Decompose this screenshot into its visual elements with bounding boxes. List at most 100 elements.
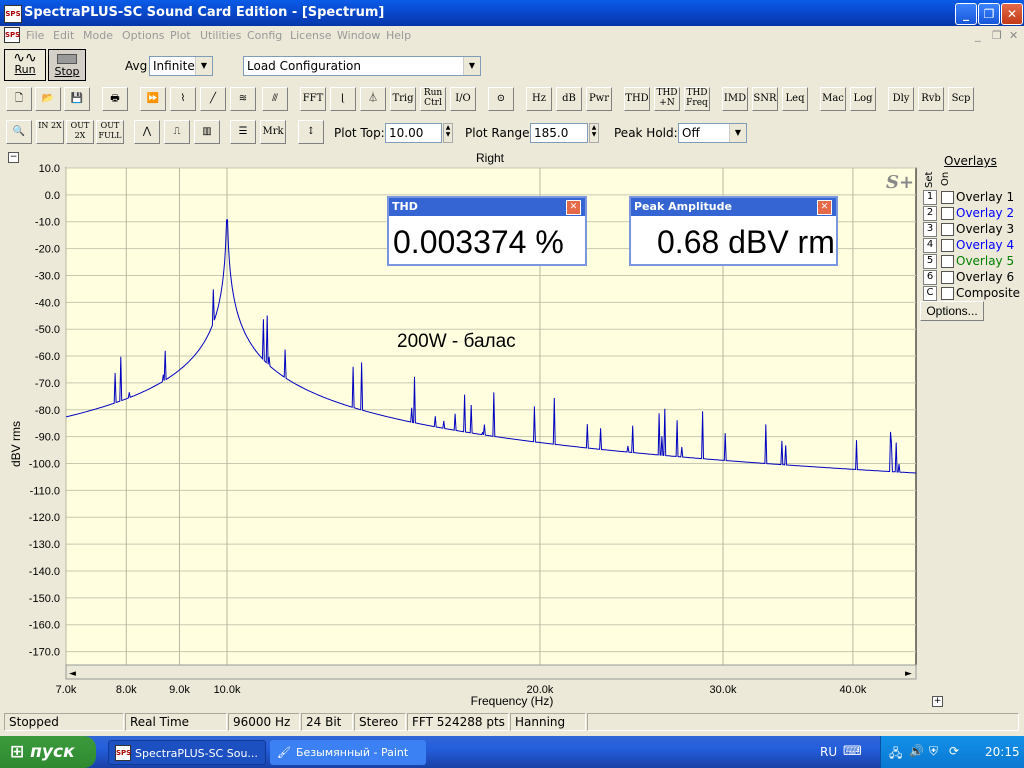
overlay-2-checkbox[interactable] xyxy=(941,207,954,220)
generator-icon[interactable]: ⊙ xyxy=(488,87,514,111)
overlay-6-checkbox[interactable] xyxy=(941,271,954,284)
zoom-full-button[interactable]: OUT FULL xyxy=(96,120,124,144)
close-icon[interactable]: ✕ xyxy=(566,200,581,215)
new-icon[interactable]: 🗋 xyxy=(6,87,32,111)
log-button[interactable]: Log xyxy=(850,87,876,111)
mrk-button[interactable]: Mrk xyxy=(260,120,286,144)
overlay-6-set-button[interactable]: 6 xyxy=(923,270,937,285)
zoom-icon[interactable]: 🔍 xyxy=(6,120,32,144)
scp-button[interactable]: Scp xyxy=(948,87,974,111)
config-select[interactable]: Load Configuration ▼ xyxy=(243,56,481,76)
composite-set-button[interactable]: C xyxy=(923,286,937,301)
task-paint[interactable]: 🖌 Безымянный - Paint xyxy=(270,740,426,765)
start-button[interactable]: ⊞ пуск xyxy=(0,736,96,768)
overlay-2-set-button[interactable]: 2 xyxy=(923,206,937,221)
menu-license[interactable]: License xyxy=(290,29,331,42)
print-icon[interactable]: 🖶 xyxy=(102,87,128,111)
network-icon[interactable]: 🖧 xyxy=(889,744,902,765)
plot-range-spinner[interactable]: ▲ ▼ xyxy=(589,123,599,143)
task-spectraplus[interactable]: SPS SpectraPLUS-SC Sou... xyxy=(108,740,266,765)
waterfall-icon[interactable]: ⫻ xyxy=(262,87,288,111)
save-icon[interactable]: 💾 xyxy=(64,87,90,111)
thd-meter-window[interactable]: THD ✕ 0.003374 % xyxy=(387,196,587,266)
mdi-restore-button[interactable]: ❐ xyxy=(992,29,1002,42)
filter-icon[interactable]: ⏃ xyxy=(360,87,386,111)
bar-plot-icon[interactable]: ▥ xyxy=(194,120,220,144)
overlay-3-checkbox[interactable] xyxy=(941,223,954,236)
menu-options[interactable]: Options xyxy=(122,29,164,42)
rvb-button[interactable]: Rvb xyxy=(918,87,944,111)
menu-file[interactable]: File xyxy=(26,29,44,42)
mac-button[interactable]: Mac xyxy=(820,87,846,111)
peak-meter-titlebar[interactable]: Peak Amplitude ✕ xyxy=(631,198,836,216)
hz-button[interactable]: Hz xyxy=(526,87,552,111)
mdi-icon[interactable]: SPS xyxy=(4,27,20,43)
open-icon[interactable]: 📂 xyxy=(35,87,61,111)
imd-button[interactable]: IMD xyxy=(722,87,748,111)
fast-forward-icon[interactable]: ⏩ xyxy=(140,87,166,111)
line-plot-icon[interactable]: ⋀ xyxy=(134,120,160,144)
thd-n-button[interactable]: THD +N xyxy=(654,87,680,111)
db-button[interactable]: dB xyxy=(556,87,582,111)
close-button[interactable]: ✕ xyxy=(1001,3,1023,25)
keyboard-icon[interactable]: ⌨ xyxy=(843,744,862,759)
trig-button[interactable]: Trig xyxy=(390,87,416,111)
stop-button[interactable]: Stop xyxy=(48,49,86,81)
plot-top-input[interactable]: 10.00 xyxy=(385,123,442,143)
vertical-scale-icon[interactable]: ↕ xyxy=(298,120,324,144)
scroll-right-icon[interactable]: ► xyxy=(905,669,912,679)
ramp-icon[interactable]: ╱ xyxy=(200,87,226,111)
overlay-5-checkbox[interactable] xyxy=(941,255,954,268)
close-icon[interactable]: ✕ xyxy=(817,200,832,215)
spectrogram-icon[interactable]: ≋ xyxy=(230,87,256,111)
scroll-left-icon[interactable]: ◄ xyxy=(69,669,76,679)
snr-button[interactable]: SNR xyxy=(752,87,778,111)
menu-plot[interactable]: Plot xyxy=(170,29,191,42)
peak-hold-select[interactable]: Off ▼ xyxy=(678,123,747,143)
overlay-4-set-button[interactable]: 4 xyxy=(923,238,937,253)
avg-select[interactable]: Infinite ▼ xyxy=(149,56,213,76)
menu-utilities[interactable]: Utilities xyxy=(200,29,241,42)
overlay-3-set-button[interactable]: 3 xyxy=(923,222,937,237)
peak-meter-window[interactable]: Peak Amplitude ✕ 0.68 dBV rms xyxy=(629,196,838,266)
minimize-button[interactable]: _ xyxy=(955,3,977,25)
chevron-down-icon[interactable]: ▼ xyxy=(195,57,212,75)
overlay-5-set-button[interactable]: 5 xyxy=(923,254,937,269)
update-icon[interactable]: ⟳ xyxy=(949,744,959,758)
axis-icon[interactable]: ⌊ xyxy=(330,87,356,111)
overlay-4-checkbox[interactable] xyxy=(941,239,954,252)
menu-config[interactable]: Config xyxy=(247,29,282,42)
plot-top-spinner[interactable]: ▲ ▼ xyxy=(443,123,453,143)
chevron-down-icon[interactable]: ▼ xyxy=(463,57,480,75)
menu-mode[interactable]: Mode xyxy=(83,29,113,42)
leq-button[interactable]: Leq xyxy=(782,87,808,111)
overlay-1-set-button[interactable]: 1 xyxy=(923,190,937,205)
language-indicator[interactable]: RU xyxy=(820,745,837,759)
maximize-button[interactable]: ❐ xyxy=(978,3,1000,25)
overlay-1-checkbox[interactable] xyxy=(941,191,954,204)
step-plot-icon[interactable]: ⎍ xyxy=(164,120,190,144)
app-icon[interactable]: SPS xyxy=(4,5,22,23)
menu-help[interactable]: Help xyxy=(386,29,411,42)
zoom-in-button[interactable]: IN 2X xyxy=(36,120,64,144)
plot-range-input[interactable]: 185.0 xyxy=(530,123,588,143)
mdi-minimize-button[interactable]: _ xyxy=(975,29,981,42)
menu-edit[interactable]: Edit xyxy=(53,29,74,42)
composite-checkbox[interactable] xyxy=(941,287,954,300)
zoom-out-button[interactable]: OUT 2X xyxy=(66,120,94,144)
fft-button[interactable]: FFT xyxy=(300,87,326,111)
expand-icon[interactable]: + xyxy=(932,696,943,707)
mdi-close-button[interactable]: ✕ xyxy=(1009,29,1018,42)
run-button[interactable]: ∿∿ Run xyxy=(4,49,46,81)
security-icon[interactable]: ⛨ xyxy=(929,744,938,759)
pwr-button[interactable]: Pwr xyxy=(586,87,612,111)
volume-icon[interactable]: 🔊 xyxy=(909,744,924,758)
thd-freq-button[interactable]: THD Freq xyxy=(684,87,710,111)
thd-button[interactable]: THD xyxy=(624,87,650,111)
thd-meter-titlebar[interactable]: THD ✕ xyxy=(389,198,585,216)
run-ctrl-button[interactable]: Run Ctrl xyxy=(420,87,446,111)
overlay-options-button[interactable]: Options... xyxy=(920,301,984,321)
horizontal-scrollbar[interactable] xyxy=(65,664,917,680)
marker-list-icon[interactable]: ☰ xyxy=(230,120,256,144)
io-button[interactable]: I/O xyxy=(450,87,476,111)
